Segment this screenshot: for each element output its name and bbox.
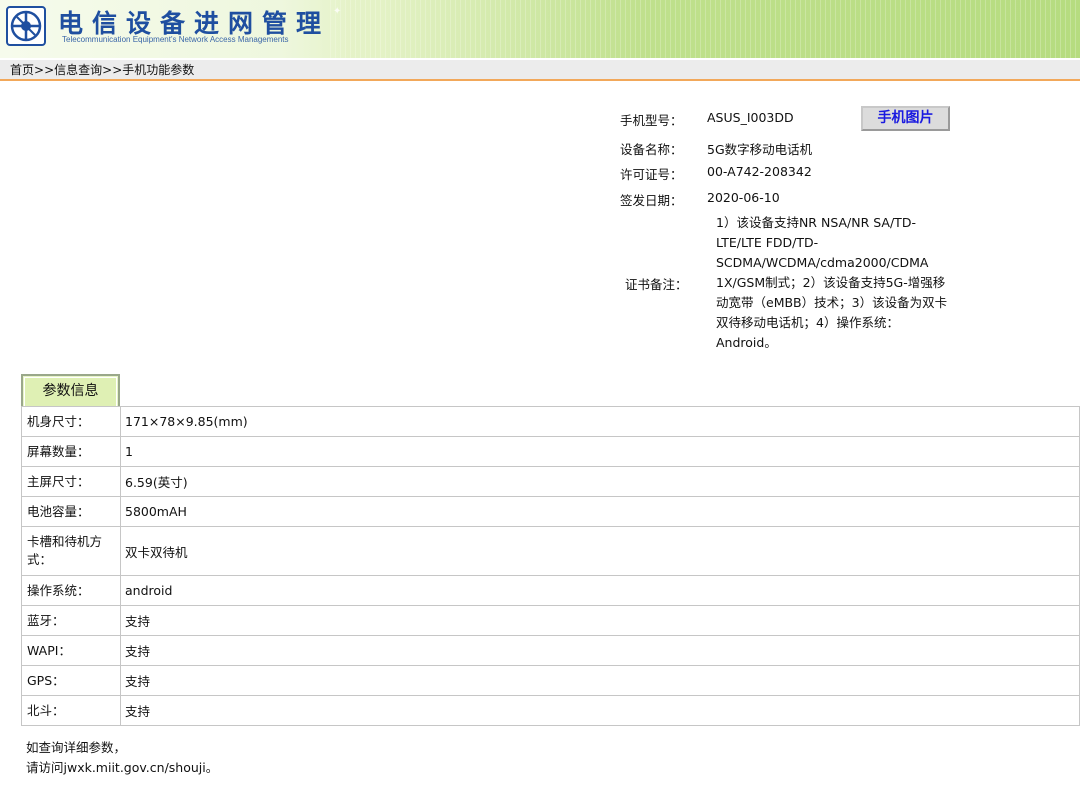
table-row: 蓝牙： 支持: [21, 605, 1080, 636]
emblem-icon: [6, 6, 46, 46]
params-tab: 参数信息: [21, 374, 120, 407]
license-value: 00-A742-208342: [707, 164, 812, 179]
param-value: 支持: [120, 635, 1080, 666]
param-key: WAPI：: [21, 635, 121, 666]
param-value: 支持: [120, 665, 1080, 696]
table-row: 电池容量： 5800mAH: [21, 496, 1080, 527]
device-name-value: 5G数字移动电话机: [707, 142, 813, 157]
param-value: 5800mAH: [120, 496, 1080, 527]
param-key: 北斗：: [21, 695, 121, 726]
phone-photo-button[interactable]: 手机图片: [861, 106, 950, 131]
param-key: GPS：: [21, 665, 121, 696]
issue-date-label: 签发日期：: [620, 193, 683, 208]
header-stripes: [330, 0, 1080, 58]
table-row: 屏幕数量： 1: [21, 436, 1080, 467]
param-key: 屏幕数量：: [21, 436, 121, 467]
table-row: GPS： 支持: [21, 665, 1080, 696]
site-header: 电信设备进网管理 Telecommunication Equipment's N…: [0, 0, 1080, 58]
sparkle-icon: ✦: [333, 6, 342, 17]
table-row: 主屏尺寸： 6.59(英寸): [21, 466, 1080, 497]
remark-text: 1）该设备支持NR NSA/NR SA/TD-LTE/LTE FDD/TD-SC…: [716, 215, 948, 350]
breadcrumb-separator: >>: [34, 63, 55, 77]
model-value: ASUS_I003DD: [707, 110, 794, 125]
param-key: 蓝牙：: [21, 605, 121, 636]
footnote: 如查询详细参数， 请访问jwxk.miit.gov.cn/shouji。: [26, 738, 218, 778]
param-key: 卡槽和待机方式：: [21, 526, 121, 576]
param-value: 6.59(英寸): [120, 466, 1080, 497]
param-key: 机身尺寸：: [21, 406, 121, 437]
remark-label: 证书备注：: [625, 277, 688, 292]
params-tab-label: 参数信息: [42, 383, 99, 399]
param-key: 操作系统：: [21, 575, 121, 606]
breadcrumb-home-link[interactable]: 首页: [10, 63, 34, 77]
param-value: 双卡双待机: [120, 526, 1080, 576]
table-row: 机身尺寸： 171×78×9.85(mm): [21, 406, 1080, 437]
breadcrumb-info-query-link[interactable]: 信息查询: [54, 63, 102, 77]
table-row: 卡槽和待机方式： 双卡双待机: [21, 526, 1080, 576]
breadcrumb-separator: >>: [102, 63, 123, 77]
param-value: 支持: [120, 605, 1080, 636]
param-value: android: [120, 575, 1080, 606]
param-value: 支持: [120, 695, 1080, 726]
param-value: 171×78×9.85(mm): [120, 406, 1080, 437]
table-row: 操作系统： android: [21, 575, 1080, 606]
table-row: WAPI： 支持: [21, 635, 1080, 666]
license-label: 许可证号：: [620, 167, 683, 182]
table-row: 北斗： 支持: [21, 695, 1080, 726]
param-key: 电池容量：: [21, 496, 121, 527]
breadcrumb: 首页>>信息查询>>手机功能参数: [0, 60, 1080, 81]
device-name-label: 设备名称：: [620, 142, 683, 157]
footnote-line-1: 如查询详细参数，: [26, 740, 127, 755]
footnote-line-2: 请访问jwxk.miit.gov.cn/shouji。: [26, 760, 219, 775]
param-key: 主屏尺寸：: [21, 466, 121, 497]
issue-date-value: 2020-06-10: [707, 190, 780, 205]
params-table: 机身尺寸： 171×78×9.85(mm) 屏幕数量： 1 主屏尺寸： 6.59…: [21, 406, 1080, 726]
breadcrumb-current: 手机功能参数: [122, 63, 195, 77]
param-value: 1: [120, 436, 1080, 467]
model-label: 手机型号：: [620, 113, 683, 128]
site-subtitle: Telecommunication Equipment's Network Ac…: [62, 35, 289, 44]
